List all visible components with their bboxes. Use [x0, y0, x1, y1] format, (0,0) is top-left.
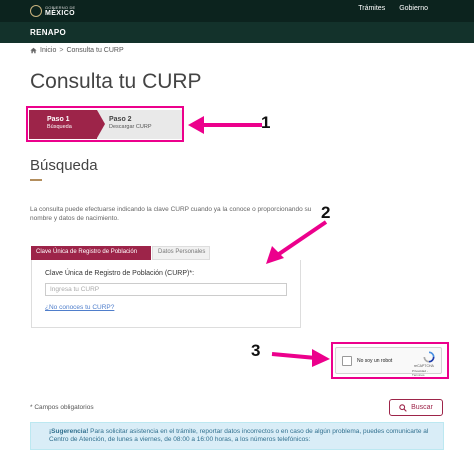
tab-curp[interactable]: Clave Única de Registro de Población	[31, 246, 151, 260]
gobierno-logo[interactable]: GOBIERNO DE MÉXICO	[30, 3, 75, 19]
suggestion-alert: ¡Sugerencia! Para solicitar asistencia e…	[30, 422, 444, 450]
no-conoces-curp-link[interactable]: ¿No conoces tu CURP?	[45, 304, 114, 311]
breadcrumb: Inicio > Consulta tu CURP	[30, 47, 124, 54]
annotation-number-3: 3	[251, 341, 261, 360]
top-navbar: GOBIERNO DE MÉXICO Trámites Gobierno	[0, 0, 474, 22]
section-underline	[30, 179, 42, 181]
nav-gobierno[interactable]: Gobierno	[399, 5, 428, 12]
recaptcha-label: No soy un robot	[357, 358, 393, 364]
recaptcha-brand: reCAPTCHA	[414, 364, 434, 368]
recaptcha-terms[interactable]: Privacidad - Términos	[412, 369, 441, 377]
curp-input[interactable]	[45, 283, 287, 296]
page-title: Consulta tu CURP	[30, 70, 202, 93]
breadcrumb-separator: >	[59, 47, 64, 54]
logo-line-2: MÉXICO	[45, 10, 76, 17]
site-brand[interactable]: RENAPO	[30, 28, 66, 37]
nav-tramites[interactable]: Trámites	[358, 5, 385, 12]
buscar-button[interactable]: Buscar	[389, 399, 443, 416]
breadcrumb-current: Consulta tu CURP	[66, 47, 124, 54]
home-icon[interactable]	[30, 47, 37, 54]
seal-icon	[30, 5, 42, 17]
arrow-icon	[188, 116, 262, 134]
section-title: Búsqueda	[30, 157, 98, 174]
alert-strong: ¡Sugerencia!	[49, 428, 89, 435]
breadcrumb-home[interactable]: Inicio	[40, 47, 56, 54]
sub-navbar: RENAPO	[0, 22, 474, 43]
annotation-number-1: 1	[261, 113, 271, 132]
top-nav: Trámites Gobierno	[358, 5, 428, 12]
recaptcha-icon	[423, 351, 435, 363]
alert-text: Para solicitar asistencia en el trámite,…	[49, 428, 429, 443]
tab-datos-personales[interactable]: Datos Personales	[152, 246, 210, 260]
curp-label: Clave Única de Registro de Población (CU…	[45, 270, 195, 277]
required-fields-note: * Campos obligatorios	[30, 404, 94, 411]
buscar-label: Buscar	[411, 404, 433, 411]
recaptcha-widget: No soy un robot reCAPTCHA Privacidad - T…	[335, 347, 442, 377]
highlight-box-steps	[26, 106, 184, 142]
recaptcha-checkbox[interactable]	[342, 356, 352, 366]
arrow-icon	[271, 349, 330, 367]
search-icon	[399, 403, 407, 412]
